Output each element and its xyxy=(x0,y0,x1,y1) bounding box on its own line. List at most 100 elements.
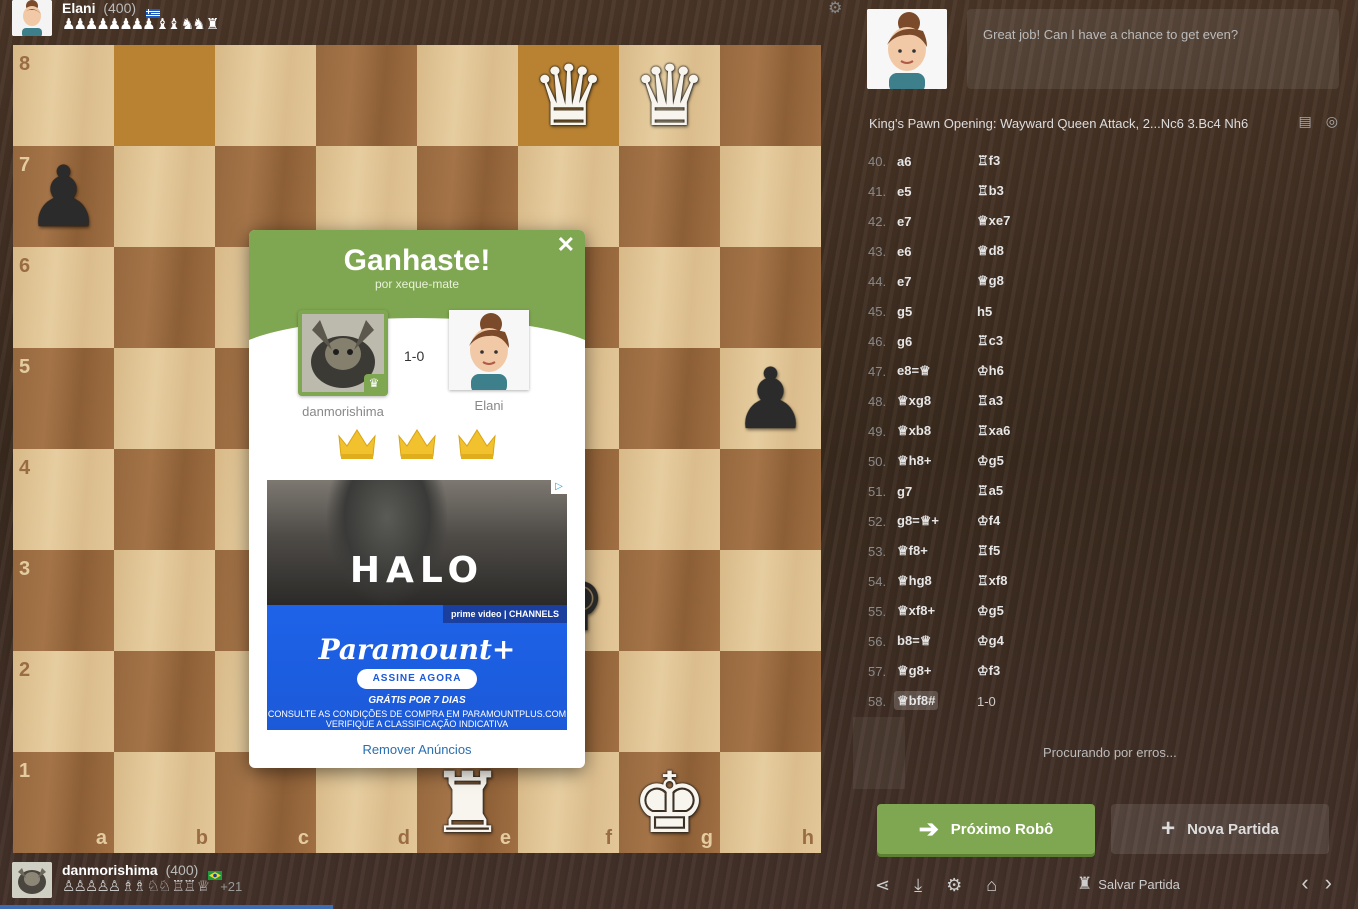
white-move[interactable]: e5 xyxy=(897,184,977,199)
square-a7[interactable]: 7 ♟ xyxy=(13,146,114,247)
ad-cta-button[interactable]: ASSINE AGORA xyxy=(357,669,477,689)
square-g2[interactable] xyxy=(619,651,720,752)
next-bot-button[interactable]: ➔ Próximo Robô xyxy=(877,804,1095,854)
black-move[interactable]: ♖b3 xyxy=(977,183,1057,199)
black-move[interactable]: h5 xyxy=(977,304,1057,319)
white-move[interactable]: e7 xyxy=(897,274,977,289)
bottom-player-name[interactable]: danmorishima xyxy=(62,862,158,878)
black-move[interactable]: ♔g5 xyxy=(977,603,1057,619)
black-move[interactable]: ♔h6 xyxy=(977,363,1057,379)
black-move[interactable]: ♔g5 xyxy=(977,453,1057,469)
remove-ads-link[interactable]: Remover Anúncios xyxy=(249,742,585,757)
new-game-button[interactable]: + Nova Partida xyxy=(1111,804,1329,854)
square-h8[interactable] xyxy=(720,45,821,146)
white-move[interactable]: ♕h8+ xyxy=(897,453,977,469)
black-move[interactable]: ♔f4 xyxy=(977,513,1057,529)
advertisement[interactable]: ▷ HALO prime video | CHANNELS Paramount+… xyxy=(267,480,567,730)
black-move[interactable]: ♔f3 xyxy=(977,663,1057,679)
black-move[interactable]: ♖f3 xyxy=(977,153,1057,169)
square-b3[interactable] xyxy=(114,550,215,651)
white-move[interactable]: ♕xg8 xyxy=(897,393,977,409)
square-e8[interactable] xyxy=(417,45,518,146)
square-a3[interactable]: 3 xyxy=(13,550,114,651)
square-a2[interactable]: 2 xyxy=(13,651,114,752)
close-icon[interactable]: ✕ xyxy=(557,232,575,258)
white-move[interactable]: ♕xf8+ xyxy=(897,603,977,619)
square-d8[interactable] xyxy=(316,45,417,146)
white-king[interactable]: ♚ xyxy=(619,752,720,853)
square-f8[interactable]: ♛ xyxy=(518,45,619,146)
square-h6[interactable] xyxy=(720,247,821,348)
analysis-icon[interactable]: ⌂ xyxy=(986,875,997,896)
white-move[interactable]: e7 xyxy=(897,214,977,229)
white-move[interactable]: e8=♕ xyxy=(897,363,977,379)
square-h5[interactable]: ♟ xyxy=(720,348,821,449)
square-b5[interactable] xyxy=(114,348,215,449)
black-move[interactable]: ♖a3 xyxy=(977,393,1057,409)
elani-avatar[interactable] xyxy=(12,0,52,36)
book-icon[interactable]: ▤ xyxy=(1299,113,1312,130)
black-pawn[interactable]: ♟ xyxy=(13,146,114,247)
square-h7[interactable] xyxy=(720,146,821,247)
black-move[interactable]: ♕d8 xyxy=(977,243,1057,259)
compass-icon[interactable]: ◎ xyxy=(1326,113,1338,130)
chevron-left-icon[interactable]: ‹ xyxy=(1301,870,1308,896)
black-move[interactable]: ♕g8 xyxy=(977,273,1057,289)
black-move[interactable]: ♕xe7 xyxy=(977,213,1057,229)
ad-choices-icon[interactable]: ▷ xyxy=(551,480,567,494)
square-b4[interactable] xyxy=(114,449,215,550)
save-game-button[interactable]: ♜ Salvar Partida xyxy=(1077,874,1180,894)
square-g3[interactable] xyxy=(619,550,720,651)
opening-name[interactable]: King's Pawn Opening: Wayward Queen Attac… xyxy=(869,116,1248,131)
square-b6[interactable] xyxy=(114,247,215,348)
black-move[interactable]: ♖xa6 xyxy=(977,423,1057,439)
white-move[interactable]: ♕bf8# xyxy=(894,691,977,710)
square-b2[interactable] xyxy=(114,651,215,752)
black-move[interactable]: ♔g4 xyxy=(977,633,1057,649)
square-b7[interactable] xyxy=(114,146,215,247)
danmorishima-avatar[interactable] xyxy=(12,862,52,898)
winner-avatar[interactable]: ♛ xyxy=(298,310,388,396)
square-h3[interactable] xyxy=(720,550,821,651)
share-icon[interactable]: ⋖ xyxy=(875,875,890,896)
white-move[interactable]: ♕f8+ xyxy=(897,543,977,559)
white-move[interactable]: g8=♕+ xyxy=(897,513,977,529)
gear-icon[interactable]: ⚙ xyxy=(946,875,962,896)
white-move[interactable]: ♕xb8 xyxy=(897,423,977,439)
chevron-right-icon[interactable]: › xyxy=(1325,870,1332,896)
black-move[interactable]: ♖a5 xyxy=(977,483,1057,499)
square-c8[interactable] xyxy=(215,45,316,146)
square-g6[interactable] xyxy=(619,247,720,348)
square-g7[interactable] xyxy=(619,146,720,247)
white-move[interactable]: g6 xyxy=(897,334,977,349)
square-a1[interactable]: 1a xyxy=(13,752,114,853)
white-move[interactable]: g5 xyxy=(897,304,977,319)
black-move[interactable]: ♖f5 xyxy=(977,543,1057,559)
loser-avatar[interactable] xyxy=(449,310,529,390)
top-player-name[interactable]: Elani xyxy=(62,0,95,16)
download-icon[interactable]: ⤓ xyxy=(914,875,922,896)
square-a4[interactable]: 4 xyxy=(13,449,114,550)
square-h4[interactable] xyxy=(720,449,821,550)
square-g8[interactable]: ♛ xyxy=(619,45,720,146)
board-settings-gear-icon[interactable]: ⚙ xyxy=(828,0,842,18)
black-move[interactable]: ♖c3 xyxy=(977,333,1057,349)
white-move[interactable]: a6 xyxy=(897,154,977,169)
square-g1[interactable]: g ♚ xyxy=(619,752,720,853)
square-h2[interactable] xyxy=(720,651,821,752)
square-a6[interactable]: 6 xyxy=(13,247,114,348)
square-b1[interactable]: b xyxy=(114,752,215,853)
white-move[interactable]: ♕g8+ xyxy=(897,663,977,679)
white-move[interactable]: g7 xyxy=(897,484,977,499)
black-move[interactable]: ♖xf8 xyxy=(977,573,1057,589)
white-move[interactable]: ♕hg8 xyxy=(897,573,977,589)
square-b8[interactable] xyxy=(114,45,215,146)
black-pawn[interactable]: ♟ xyxy=(720,348,821,449)
white-queen[interactable]: ♛ xyxy=(619,45,720,146)
square-a8[interactable]: 8 xyxy=(13,45,114,146)
square-g4[interactable] xyxy=(619,449,720,550)
square-h1[interactable]: h xyxy=(720,752,821,853)
square-a5[interactable]: 5 xyxy=(13,348,114,449)
square-g5[interactable] xyxy=(619,348,720,449)
white-move[interactable]: b8=♕ xyxy=(897,633,977,649)
